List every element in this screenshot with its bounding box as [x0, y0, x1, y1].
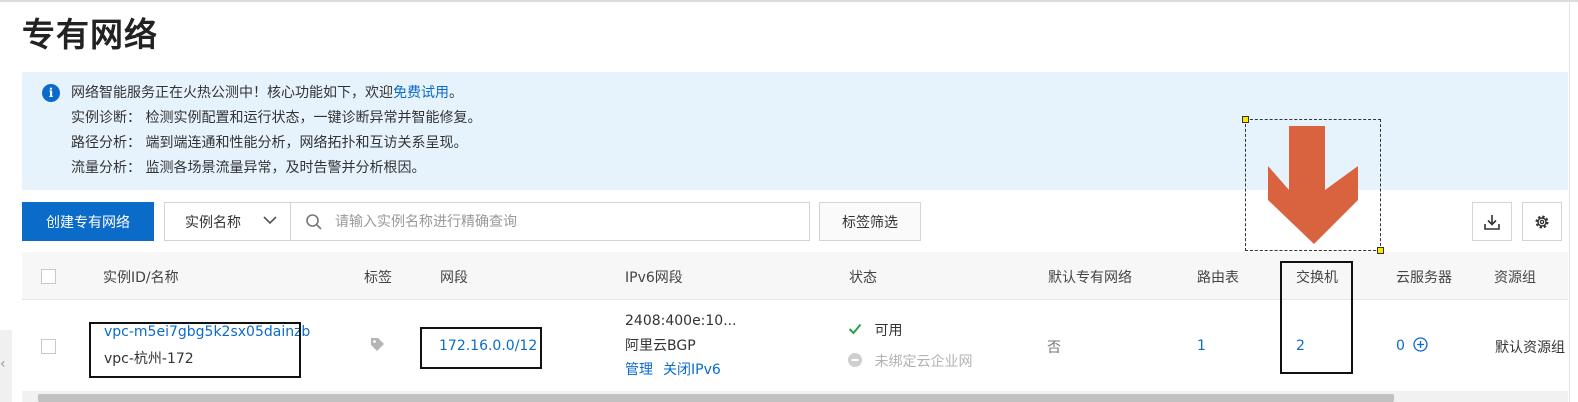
top-divider — [0, 0, 1578, 2]
info-icon: i — [42, 84, 60, 102]
route-table-count-link[interactable]: 1 — [1197, 338, 1206, 354]
search-field-select-value: 实例名称 — [185, 214, 241, 231]
resource-group: 默认资源组 — [1495, 340, 1565, 356]
column-header-default-vpc: 默认专有网络 — [1048, 270, 1132, 286]
annotation-box-instance — [89, 322, 301, 378]
select-all-checkbox[interactable] — [41, 269, 56, 284]
ecs-count-link[interactable]: 0 — [1396, 338, 1405, 354]
download-icon — [1484, 214, 1500, 230]
horizontal-scrollbar[interactable] — [22, 391, 1568, 402]
notice-line-traffic-analysis: 流量分析： 监测各场景流量异常，及时告警并分析根因。 — [71, 160, 426, 176]
settings-button[interactable] — [1522, 202, 1562, 241]
free-trial-link[interactable]: 免费试用 — [393, 85, 449, 101]
chevron-left-icon[interactable]: ‹ — [0, 356, 6, 372]
search-field-select[interactable]: 实例名称 — [164, 202, 291, 241]
column-header-resource-group: 资源组 — [1494, 270, 1536, 286]
tag-filter-button[interactable]: 标签筛选 — [819, 202, 921, 241]
add-circle-icon[interactable] — [1413, 337, 1429, 352]
status-available: 可用 — [848, 320, 902, 340]
check-icon — [848, 323, 862, 335]
search-icon — [306, 213, 322, 230]
down-arrow-icon — [1268, 126, 1358, 244]
column-header-ipv6: IPv6网段 — [625, 270, 683, 286]
notice-line-diagnosis: 实例诊断： 检测实例配置和运行状态，一键诊断异常并智能修复。 — [71, 110, 482, 126]
annotation-box-cidr — [420, 327, 542, 369]
ecs-count: 0 — [1396, 337, 1429, 354]
column-header-tags: 标签 — [364, 270, 392, 286]
column-header-instance[interactable]: 实例ID/名称 — [103, 267, 179, 287]
download-button[interactable] — [1472, 202, 1512, 241]
disable-ipv6-link[interactable]: 关闭IPv6 — [663, 359, 721, 379]
cen-status: 未绑定云企业网 — [848, 351, 972, 371]
ipv6-manage-link[interactable]: 管理 — [625, 359, 653, 379]
default-vpc-value: 否 — [1047, 340, 1061, 356]
gear-icon — [1535, 215, 1549, 228]
notice-text: 网络智能服务正在火热公测中！核心功能如下，欢迎免费试用。 实例诊断： 检测实例配… — [71, 82, 481, 182]
annotation-selection-box — [1242, 116, 1384, 254]
ipv6-isp: 阿里云BGP — [625, 338, 696, 354]
right-divider — [1569, 2, 1570, 402]
status-text: 可用 — [874, 323, 903, 339]
resize-handle-top-left[interactable] — [1242, 116, 1249, 123]
column-header-ecs: 云服务器 — [1396, 270, 1452, 286]
column-header-route-tables: 路由表 — [1197, 270, 1239, 286]
row-checkbox[interactable] — [41, 339, 56, 354]
notice-intro-text: 网络智能服务正在火热公测中！核心功能如下，欢迎 — [71, 85, 393, 101]
search-input[interactable] — [335, 213, 775, 230]
notice-intro-suffix: 。 — [449, 85, 463, 101]
horizontal-scrollbar-thumb[interactable] — [38, 394, 1394, 402]
notice-line-path-analysis: 路径分析： 端到端连通和性能分析，网络拓扑和互访关系呈现。 — [71, 135, 468, 151]
minus-circle-icon — [848, 353, 862, 367]
ipv6-cidr: 2408:400e:10... — [625, 313, 737, 329]
resize-handle-bottom-right[interactable] — [1377, 247, 1384, 254]
create-vpc-button[interactable]: 创建专有网络 — [22, 202, 154, 241]
chevron-down-icon — [263, 216, 277, 225]
column-header-status: 状态 — [849, 270, 877, 286]
tag-icon[interactable] — [370, 337, 385, 356]
cen-status-text: 未绑定云企业网 — [874, 354, 973, 370]
annotation-box-vswitch — [1280, 261, 1353, 374]
column-header-cidr: 网段 — [440, 270, 468, 286]
search-box — [290, 202, 810, 241]
notice-intro: 网络智能服务正在火热公测中！核心功能如下，欢迎免费试用。 — [71, 82, 481, 107]
page-title: 专有网络 — [22, 15, 158, 54]
